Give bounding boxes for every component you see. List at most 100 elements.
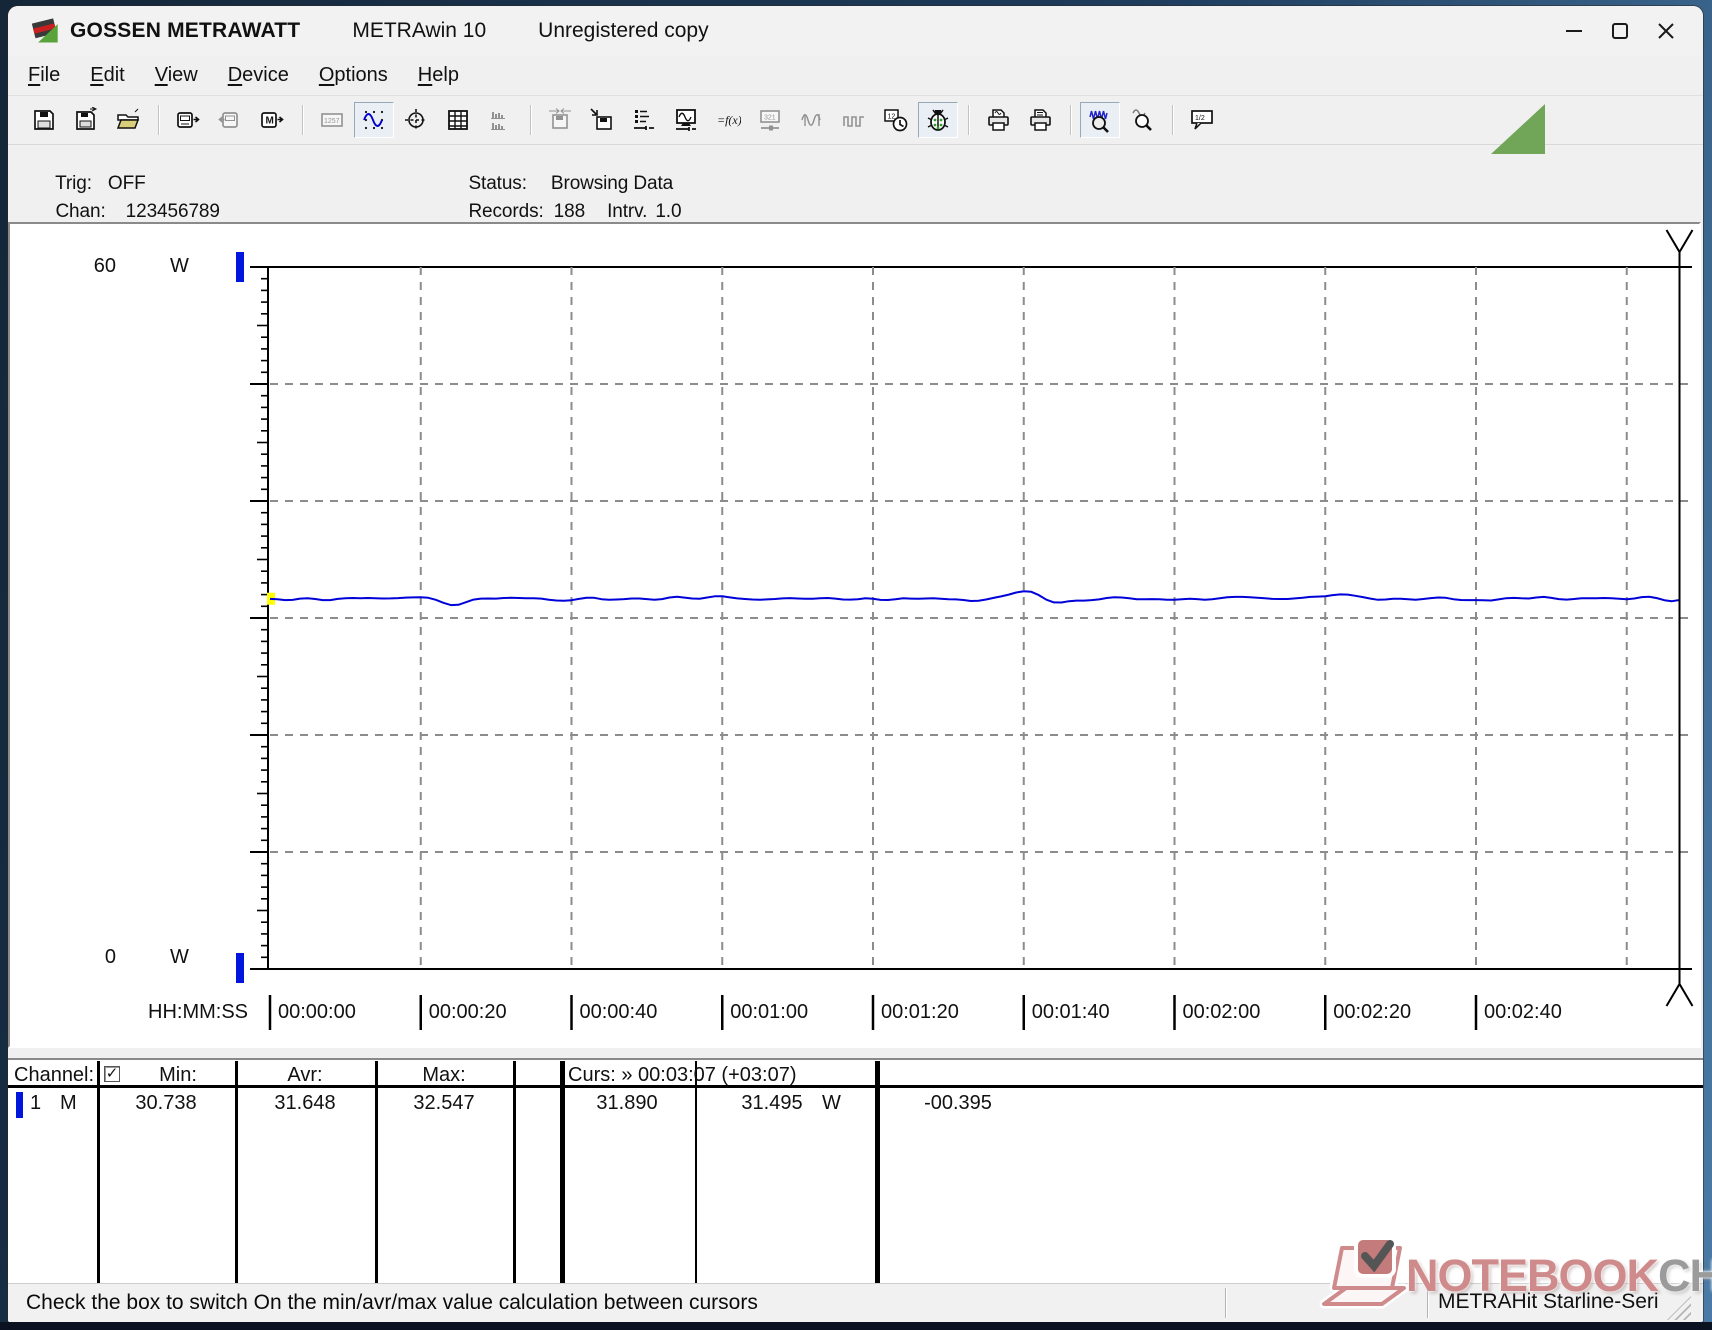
x-tick-label: 00:02:00 [1182, 1001, 1261, 1023]
minmax-checkbox[interactable]: ✓ [104, 1066, 120, 1082]
analog-signal-icon [801, 114, 821, 126]
print-preview-button[interactable] [978, 102, 1018, 138]
live-monitor-button[interactable] [666, 102, 706, 138]
numeric-display-icon: 1257 [321, 113, 343, 127]
toolbar-separator [1172, 105, 1174, 135]
read-memory-icon: M [261, 112, 284, 128]
x-axis-title: HH:MM:SS [148, 1001, 248, 1023]
maximize-button[interactable] [1597, 11, 1643, 51]
formula-button[interactable]: =f(x) [708, 102, 748, 138]
analog-signal-button [792, 102, 832, 138]
channel-setup-icon [634, 110, 654, 130]
annotation-icon: 1/2 [1191, 110, 1213, 130]
zoom-out-icon [1132, 109, 1152, 131]
minimize-button[interactable] [1551, 11, 1597, 51]
menu-file[interactable]: File [16, 60, 72, 91]
row-channel-id: 1 [30, 1092, 42, 1114]
close-icon [1658, 23, 1674, 39]
time-settings-button[interactable]: 12 [876, 102, 916, 138]
row-min-value: 30.738 [135, 1092, 197, 1114]
open-button[interactable] [108, 102, 148, 138]
menu-edit[interactable]: Edit [78, 60, 136, 91]
row-cursor-b-value: 31.495 [741, 1092, 803, 1114]
pulse-signal-button [834, 102, 874, 138]
menu-help[interactable]: Help [406, 60, 471, 91]
table-header-divider [8, 1085, 1703, 1088]
statistics-view-icon [491, 112, 505, 130]
table-column-line [97, 1061, 100, 1283]
table-header-cursor: Curs: » 00:03:07 (+03:07) [568, 1064, 797, 1086]
row-max-value: 32.547 [413, 1092, 475, 1114]
table-view-icon [448, 110, 468, 130]
zoom-in-button[interactable] [1080, 102, 1120, 138]
cursor-view-button[interactable] [396, 102, 436, 138]
chart-view-button[interactable] [354, 102, 394, 138]
cursor-view-icon [405, 109, 427, 131]
numeric-display-button: 1257 [312, 102, 352, 138]
statistics-view-button [480, 102, 520, 138]
intrv-label: Intrv. [607, 201, 648, 222]
power-data-line [269, 590, 1680, 607]
read-device-button[interactable] [168, 102, 208, 138]
print-preview-icon [988, 109, 1009, 131]
read-memory-button[interactable]: M [252, 102, 292, 138]
export-config-icon [549, 108, 571, 129]
toolbar-separator [968, 105, 970, 135]
meter-settings-icon: 321 [760, 110, 780, 131]
formula-icon: =f(x) [717, 113, 741, 127]
title-app-name: METRAwin 10 [352, 19, 487, 42]
menu-bar: File Edit View Device Options Help [8, 56, 1703, 95]
zoom-out-button[interactable] [1122, 102, 1162, 138]
table-column-line [875, 1061, 880, 1283]
channel-setup-button[interactable] [624, 102, 664, 138]
taskbar-edge [0, 1322, 1712, 1330]
chan-value: 123456789 [125, 201, 220, 222]
records-value: 188 [553, 201, 586, 222]
svg-text:1257: 1257 [324, 118, 340, 125]
import-data-icon [590, 108, 612, 130]
x-tick-label: 00:00:00 [278, 1001, 356, 1023]
title-license-note: Unregistered copy [538, 19, 709, 42]
row-cursor-diff-value: -00.395 [924, 1092, 992, 1114]
x-tick-label: 00:01:00 [730, 1001, 809, 1023]
table-header-min: Min: [159, 1064, 197, 1086]
x-tick-label: 00:01:20 [881, 1001, 959, 1023]
table-view-button[interactable] [438, 102, 478, 138]
measurement-table [8, 1058, 1703, 1283]
x-tick-label: 00:02:20 [1333, 1001, 1412, 1023]
menu-view[interactable]: View [143, 60, 210, 91]
app-window: GOSSEN METRAWATT METRAwin 10 Unregistere… [8, 6, 1703, 1322]
green-corner-triangle [1491, 104, 1545, 154]
save-button[interactable] [24, 102, 64, 138]
close-button[interactable] [1643, 11, 1689, 51]
chart-canvas[interactable] [10, 224, 1700, 1044]
x-tick-label: 00:00:40 [579, 1001, 658, 1023]
y-axis-unit-top: W [170, 255, 189, 277]
save-as-button[interactable] [66, 102, 106, 138]
menu-device[interactable]: Device [216, 60, 301, 91]
row-avr-value: 31.648 [274, 1092, 336, 1114]
toolbar-separator [530, 105, 532, 135]
demo-mode-button[interactable] [918, 102, 958, 138]
svg-text:321: 321 [764, 115, 776, 122]
x-tick-label: 00:01:40 [1031, 1001, 1110, 1023]
row-cursor-unit: W [822, 1092, 841, 1114]
y-axis-unit-bottom: W [170, 946, 189, 968]
status-separator-1 [1225, 1288, 1226, 1318]
resize-grip[interactable] [1667, 1296, 1691, 1320]
live-monitor-icon [676, 109, 696, 131]
table-header-avr: Avr: [287, 1064, 323, 1086]
svg-text:=f(x): =f(x) [717, 113, 741, 127]
import-data-button[interactable] [582, 102, 622, 138]
read-device-icon [177, 112, 200, 128]
menu-options[interactable]: Options [307, 60, 400, 91]
annotation-button[interactable]: 1/2 [1182, 102, 1222, 138]
svg-text:M: M [266, 116, 274, 127]
print-button[interactable] [1020, 102, 1060, 138]
open-icon [116, 108, 140, 129]
channel-range-marker-bottom [236, 953, 244, 983]
records-label: Records: [468, 201, 544, 222]
desktop-background: GOSSEN METRAWATT METRAwin 10 Unregistere… [0, 0, 1712, 1330]
status-device-name: METRAHit Starline-Seri [1438, 1290, 1659, 1313]
maximize-icon [1612, 23, 1628, 39]
